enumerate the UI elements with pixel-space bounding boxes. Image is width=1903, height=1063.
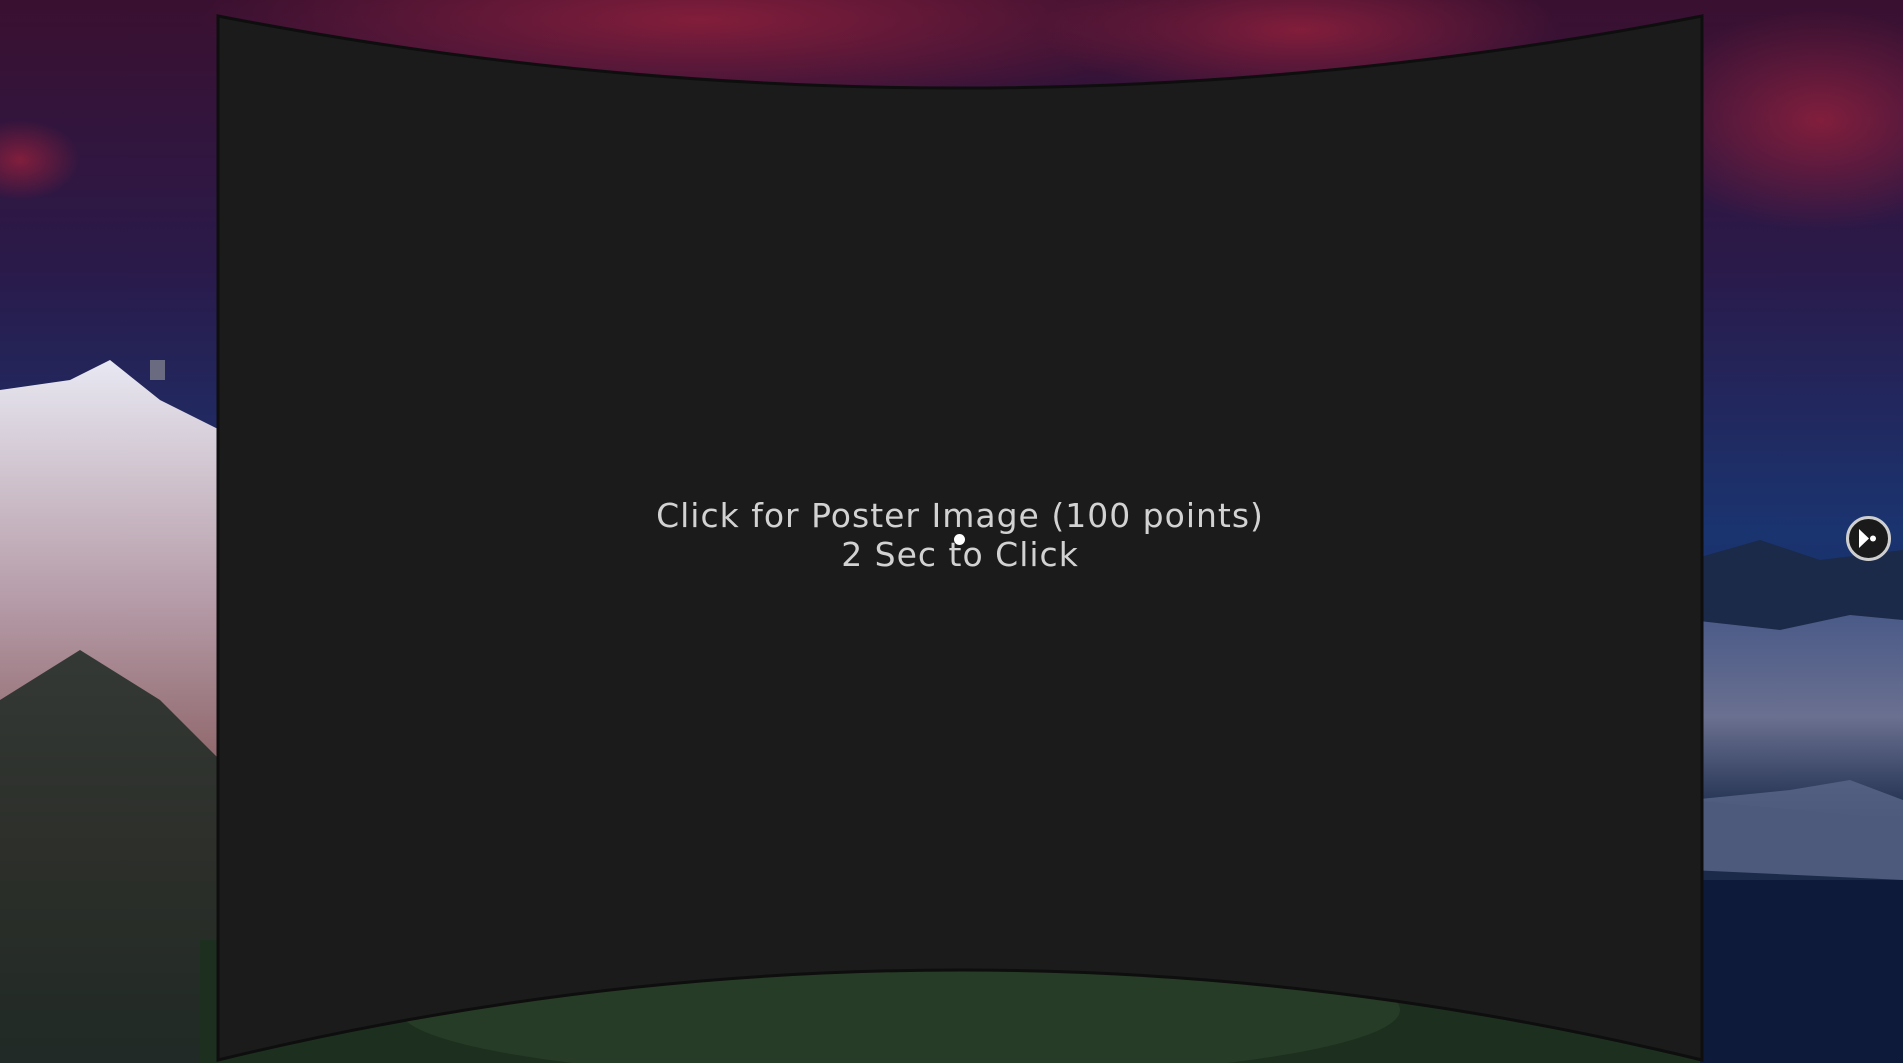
poster-prompt-line1: Click for Poster Image (100 points) — [656, 496, 1264, 535]
reticle-icon[interactable] — [1845, 515, 1892, 562]
vr-scene: Click for Poster Image (100 points) 2 Se… — [0, 0, 1903, 1063]
gaze-dot-icon — [954, 534, 965, 545]
